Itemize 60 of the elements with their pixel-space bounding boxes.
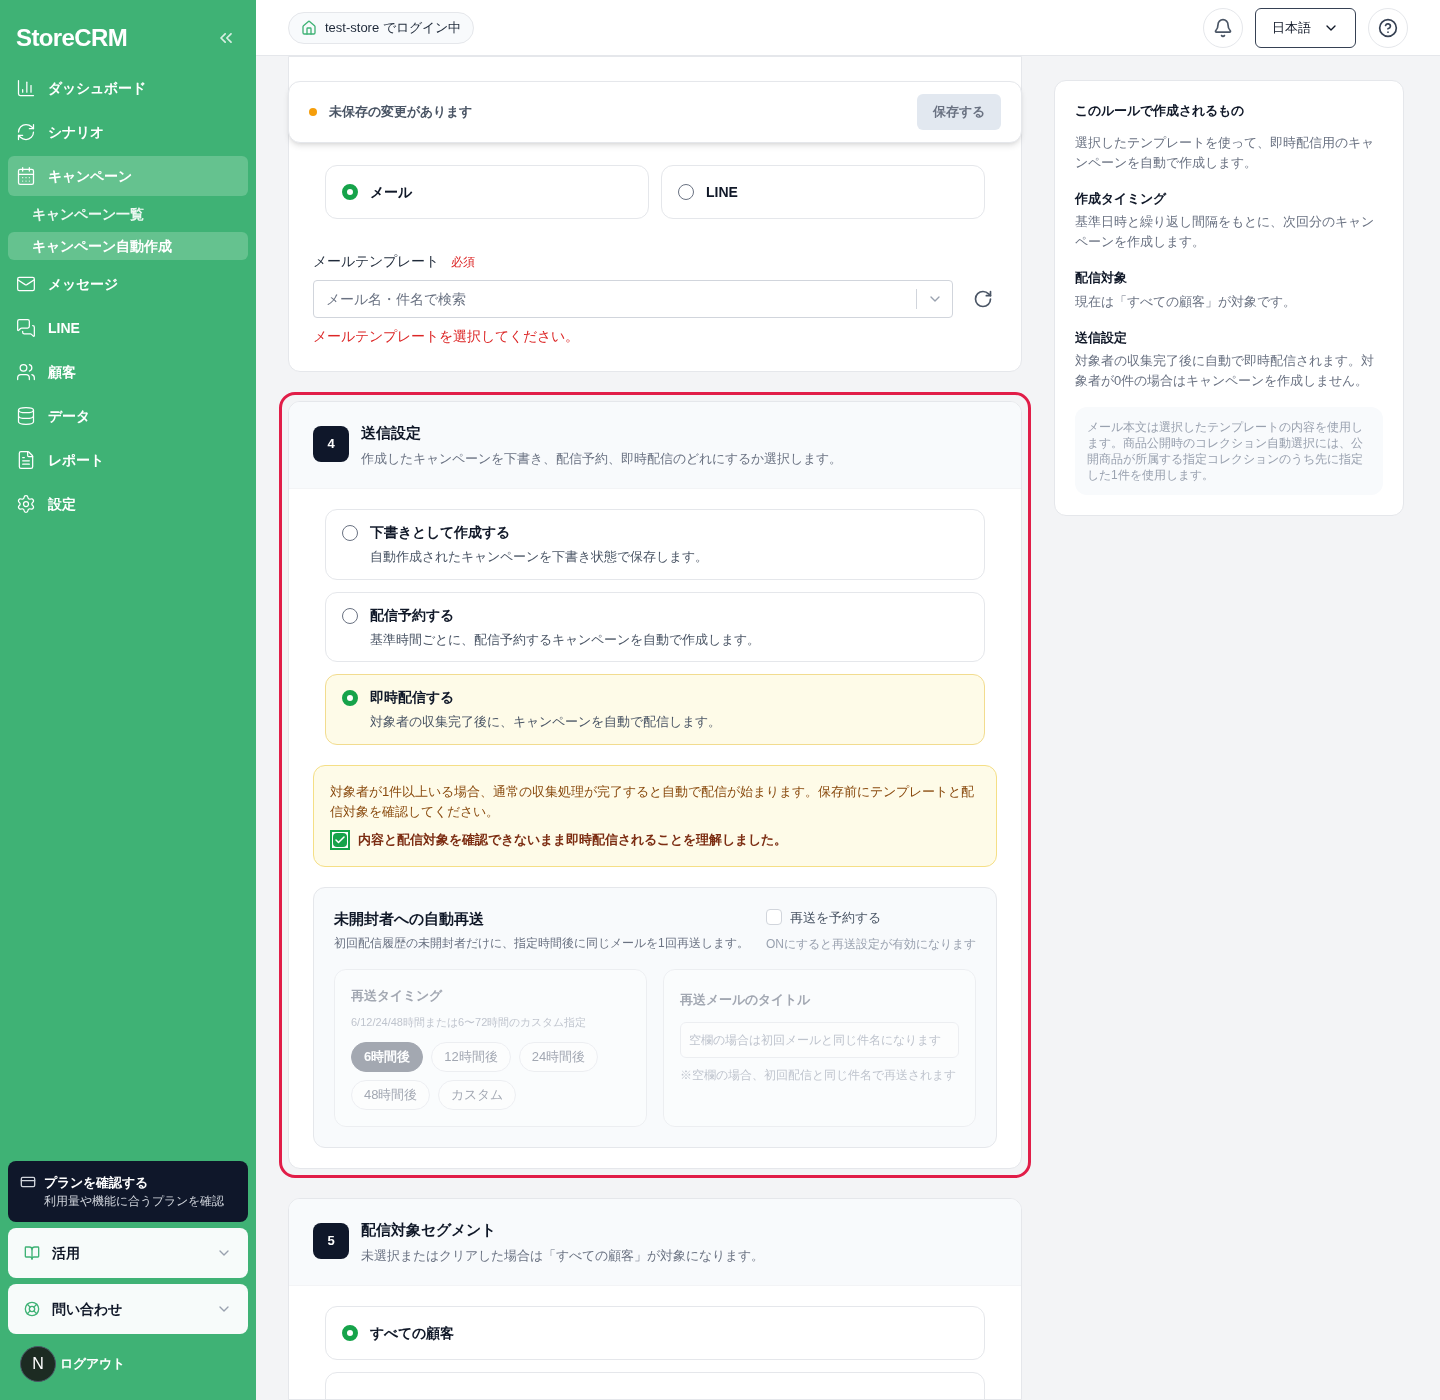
language-select[interactable]: 日本語 [1255, 7, 1356, 48]
send-option[interactable]: 配信予約する 基準時間ごとに、配信予約するキャンペーンを自動で作成します。 [325, 591, 985, 662]
sidebar-subitem[interactable]: キャンペーン自動作成 [8, 232, 248, 260]
sidebar-item[interactable]: 設定 [8, 484, 248, 524]
segment-option[interactable]: すべての顧客 [325, 1306, 985, 1360]
summary-heading: 送信設定 [1075, 328, 1128, 347]
summary-text: 対象者の収集完了後に自動で即時配信されます。対象者が0件の場合はキャンペーンを作成しません。 [1075, 352, 1375, 390]
template-select[interactable]: メール名・件名で検索 [313, 280, 953, 318]
resend-description: 初回配信履歴の未開封者だけに、指定時間後に同じメールを1回再送します。 [334, 935, 749, 952]
user-avatar[interactable]: N [20, 1346, 56, 1382]
summary-text: 選択したテンプレートを使って、即時配信用のキャンペーンを自動で作成します。 [1075, 133, 1375, 172]
unsaved-message: 未保存の変更があります [329, 103, 473, 122]
resend-toggle-hint: ONにすると再送設定が有効になります [766, 936, 976, 953]
warning-text: 対象者が1件以上いる場合、通常の収集処理が完了すると自動で配信が始まります。保存前にテンプレートと配信対象を確認してください。 [330, 782, 976, 821]
summary-note: メール本文は選択したテンプレートの内容を使用します。商品公開時のコレクション自動選択には、公開商品が所属する指定コレクションのうち先に指定した1件を使用します。 [1075, 407, 1383, 495]
timing-label: 再送タイミング [351, 987, 444, 1005]
logout-button[interactable]: ログアウト [60, 1354, 125, 1374]
error-message: メールテンプレートを選択してください。 [313, 327, 580, 346]
section-title: 配信対象セグメント [361, 1220, 497, 1240]
sidebar-subitem[interactable]: キャンペーン一覧 [8, 200, 248, 228]
summary-text: 基準日時と繰り返し間隔をもとに、次回分のキャンペーンを作成します。 [1075, 213, 1375, 251]
section-description: 未選択またはクリアした場合は「すべての顧客」が対象になります。 [361, 1246, 764, 1265]
required-label: 必須 [451, 253, 475, 271]
sidebar-item[interactable]: LINE [8, 308, 248, 348]
sidebar-item[interactable]: キャンペーン [8, 156, 248, 196]
sidebar-menu[interactable]: 問い合わせ [8, 1284, 248, 1334]
sidebar-item[interactable]: 顧客 [8, 352, 248, 392]
step-number: 5 [313, 1223, 349, 1259]
app-logo: StoreCRM [16, 23, 128, 53]
sidebar-item[interactable]: レポート [8, 440, 248, 480]
option-title: 下書きとして作成する [370, 523, 511, 542]
sidebar-item[interactable]: メッセージ [8, 264, 248, 304]
option-description: 対象者の収集完了後に、キャンペーンを自動で配信します。 [370, 713, 721, 731]
send-option[interactable]: 下書きとして作成する 自動作成されたキャンペーンを下書き状態で保存します。 [325, 509, 985, 580]
sidebar-item[interactable]: データ [8, 396, 248, 436]
plan-button[interactable]: プランを確認する 利用量や機能に合うプランを確認 [8, 1160, 248, 1222]
field-label: メールテンプレート [313, 252, 439, 271]
section-title: 送信設定 [361, 423, 422, 443]
channel-option[interactable]: メール [325, 165, 649, 219]
resend-toggle-label: 再送を予約する [790, 908, 881, 927]
summary-text: 現在は「すべての顧客」が対象です。 [1075, 292, 1297, 311]
option-description: 基準時間ごとに、配信予約するキャンペーンを自動で作成します。 [370, 630, 760, 649]
resend-title: 未開封者への自動再送 [334, 908, 485, 929]
summary-heading: 配信対象 [1075, 269, 1128, 287]
section-description: 作成したキャンペーンを下書き、配信予約、即時配信のどれにするか選択します。 [361, 449, 842, 468]
channel-option[interactable]: LINE [661, 165, 985, 219]
step-number: 4 [313, 426, 349, 462]
summary-title: このルールで作成されるもの [1075, 102, 1245, 120]
confirm-label: 内容と配信対象を確認できないまま即時配信されることを理解しました。 [358, 830, 787, 849]
resend-title-label: 再送メールのタイトル [680, 991, 811, 1009]
sidebar-item[interactable]: ダッシュボード [8, 68, 248, 108]
option-title: 即時配信する [370, 688, 455, 707]
send-option[interactable]: 即時配信する 対象者の収集完了後に、キャンペーンを自動で配信します。 [325, 674, 985, 745]
sidebar-menu[interactable]: 活用 [8, 1228, 248, 1278]
option-description: 自動作成されたキャンペーンを下書き状態で保存します。 [370, 548, 708, 566]
sidebar-item[interactable]: シナリオ [8, 112, 248, 152]
option-title: 配信予約する [370, 605, 455, 625]
summary-heading: 作成タイミング [1075, 189, 1168, 208]
login-status: test-store でログイン中 [288, 11, 474, 44]
plan-subtitle: 利用量や機能に合うプランを確認 [43, 1193, 225, 1210]
